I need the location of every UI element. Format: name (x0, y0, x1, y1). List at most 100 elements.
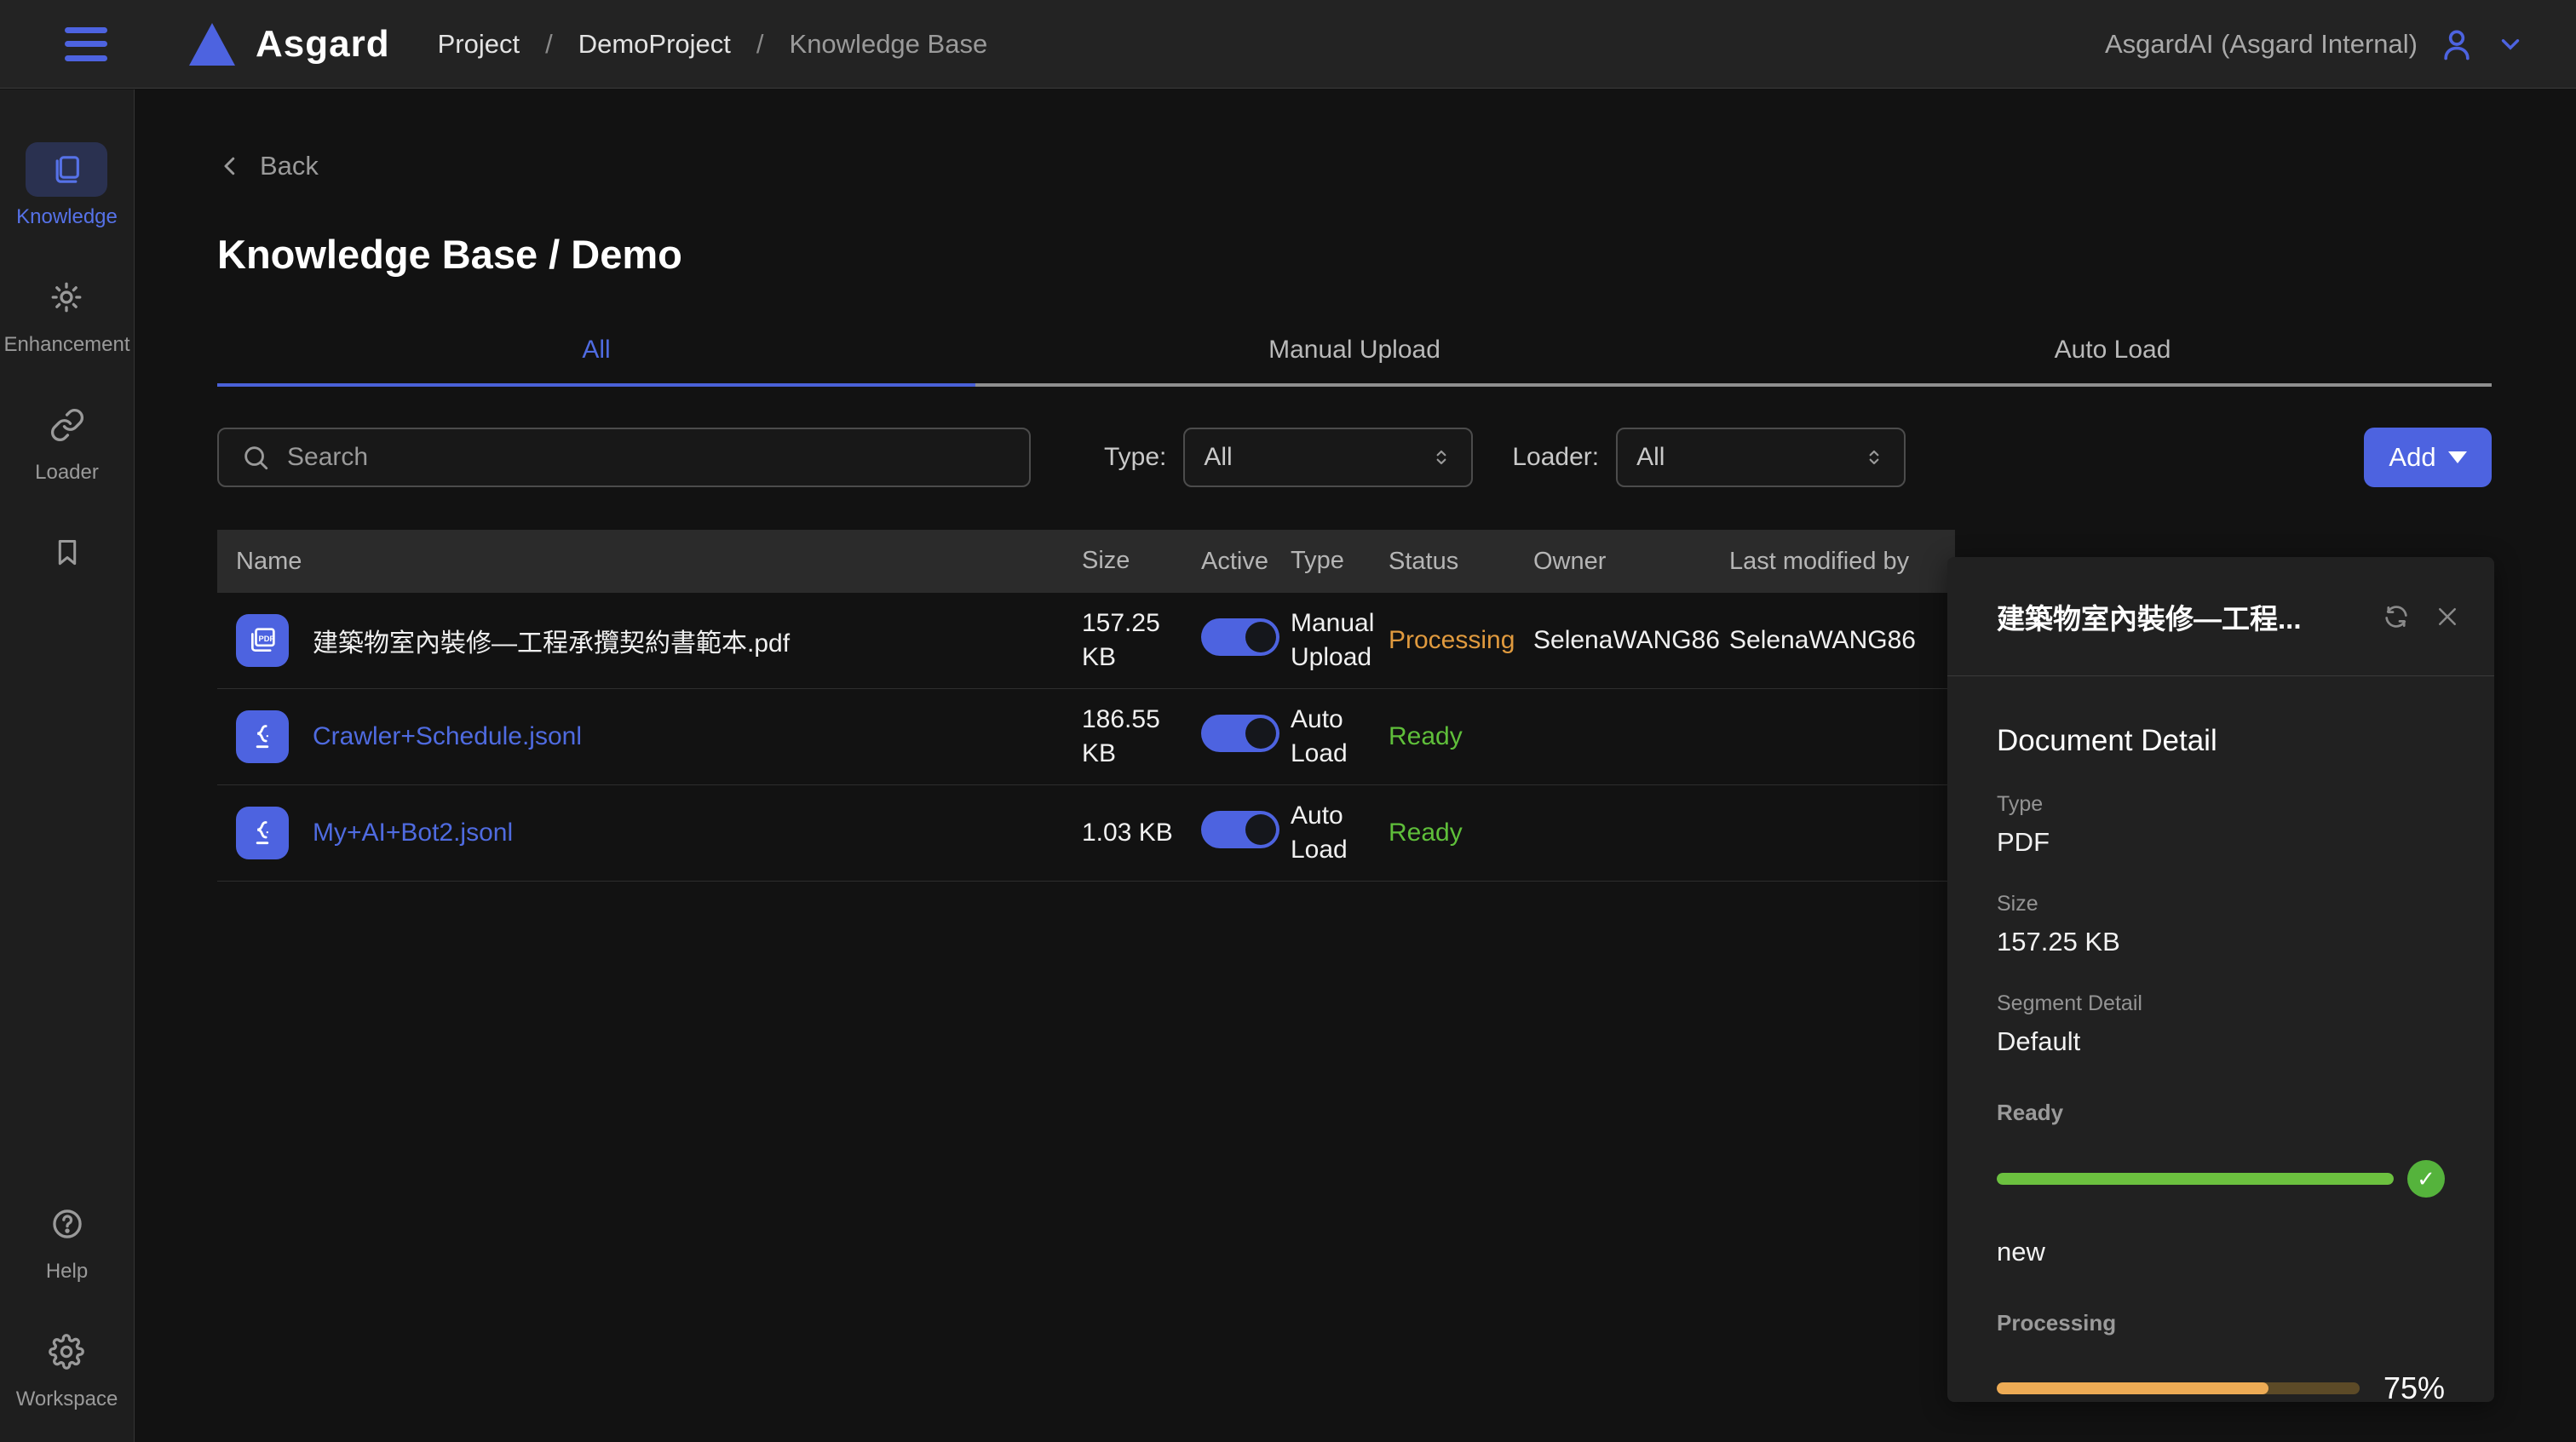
document-last-modified-by: SelenaWANG86 (1729, 626, 1955, 655)
breadcrumb-project[interactable]: Project (438, 29, 520, 60)
add-button-label: Add (2389, 442, 2435, 473)
document-size: 1.03 KB (1082, 816, 1201, 851)
table-row[interactable]: Crawler+Schedule.jsonl 186.55 KB Auto Lo… (217, 689, 1955, 785)
search-input[interactable] (287, 443, 1007, 472)
panel-title: 建築物室內裝修—工程... (1997, 596, 2372, 637)
documents-table: Name Size Active Type Status Owner Last … (217, 530, 1955, 882)
check-circle-icon: ✓ (2407, 1160, 2445, 1198)
filter-row: Type: All Loader: All Add (217, 428, 2492, 487)
field-value-type: PDF (1997, 827, 2445, 858)
field-label-segment-detail: Segment Detail (1997, 991, 2445, 1016)
status-badge: Ready (1389, 819, 1533, 847)
sidebar-item-label: Enhancement (3, 333, 129, 357)
back-chevron-icon (217, 153, 243, 179)
tab-manual-upload[interactable]: Manual Upload (975, 336, 1734, 383)
table-header: Name Size Active Type Status Owner Last … (217, 530, 1955, 593)
document-type: Auto Load (1291, 703, 1389, 772)
add-button[interactable]: Add (2364, 428, 2492, 487)
page-title: Knowledge Base / Demo (217, 231, 2492, 278)
refresh-icon[interactable] (2382, 602, 2411, 631)
sidebar: Knowledge Enhancement Loader /* placehol… (0, 89, 135, 1442)
sidebar-item-tag[interactable]: /* placeholder none */ (26, 526, 108, 589)
close-icon[interactable] (2435, 604, 2460, 629)
field-label-size: Size (1997, 892, 2445, 916)
asgard-logo-icon (189, 23, 235, 66)
column-header-status: Status (1389, 548, 1533, 576)
processing-stage-label: Processing (1997, 1310, 2445, 1336)
account-label: AsgardAI (Asgard Internal) (2105, 29, 2418, 60)
active-toggle[interactable] (1201, 618, 1279, 656)
sidebar-item-help[interactable]: Help (26, 1197, 108, 1284)
search-box (217, 428, 1031, 487)
book-icon (26, 142, 107, 197)
gear-icon (26, 1324, 107, 1379)
document-type: Manual Upload (1291, 606, 1389, 675)
breadcrumb-demoproject[interactable]: DemoProject (578, 29, 731, 60)
processing-percent: 75% (2383, 1370, 2445, 1406)
json-file-icon (236, 710, 289, 763)
ready-stage-label: Ready (1997, 1100, 2445, 1126)
table-row[interactable]: My+AI+Bot2.jsonl 1.03 KB Auto Load Ready (217, 785, 1955, 882)
sidebar-item-knowledge[interactable]: Knowledge (16, 142, 118, 229)
sidebar-item-label: Loader (35, 461, 99, 485)
tab-auto-load[interactable]: Auto Load (1734, 336, 2492, 383)
user-icon[interactable] (2438, 26, 2475, 63)
top-bar: Asgard Project / DemoProject / Knowledge… (0, 0, 2576, 89)
bookmark-icon (26, 526, 108, 580)
svg-text:PDF: PDF (259, 635, 275, 643)
sidebar-item-loader[interactable]: Loader (26, 398, 108, 485)
field-value-size: 157.25 KB (1997, 927, 2445, 957)
back-button[interactable]: Back (217, 151, 319, 181)
loader-filter-label: Loader: (1512, 443, 1599, 472)
caret-down-icon (2448, 451, 2467, 463)
document-name-link[interactable]: My+AI+Bot2.jsonl (313, 819, 513, 847)
sidebar-item-workspace[interactable]: Workspace (16, 1324, 118, 1411)
field-value-segment-detail: Default (1997, 1026, 2445, 1057)
sidebar-item-label: Help (46, 1260, 88, 1284)
select-spinner-icon (1430, 446, 1452, 468)
search-icon (241, 443, 270, 472)
processing-progress-bar (1997, 1382, 2268, 1394)
json-file-icon (236, 807, 289, 859)
help-circle-icon (26, 1197, 108, 1251)
document-name-link[interactable]: Crawler+Schedule.jsonl (313, 722, 582, 751)
status-badge: Ready (1389, 722, 1533, 751)
type-select[interactable]: All (1183, 428, 1473, 487)
document-size: 186.55 KB (1082, 703, 1201, 772)
active-toggle[interactable] (1201, 715, 1279, 752)
panel-section-title: Document Detail (1997, 724, 2445, 758)
type-select-value: All (1204, 443, 1232, 472)
field-label-type: Type (1997, 792, 2445, 817)
pdf-file-icon: PDF (236, 614, 289, 667)
column-header-size: Size (1082, 544, 1201, 577)
column-header-name: Name (217, 548, 1082, 576)
breadcrumb-separator: / (545, 29, 553, 60)
column-header-owner: Owner (1533, 548, 1729, 576)
document-type: Auto Load (1291, 799, 1389, 868)
ready-progress-row: ✓ (1997, 1160, 2445, 1198)
select-spinner-icon (1863, 446, 1885, 468)
link-icon (26, 398, 108, 452)
sidebar-item-label: Workspace (16, 1387, 118, 1411)
document-name: 建築物室內裝修—工程承攬契約書範本.pdf (313, 622, 790, 659)
chevron-down-icon[interactable] (2496, 30, 2525, 59)
table-row[interactable]: PDF 建築物室內裝修—工程承攬契約書範本.pdf 157.25 KB Manu… (217, 593, 1955, 689)
tab-bar: All Manual Upload Auto Load (217, 336, 2492, 383)
document-owner: SelenaWANG86 (1533, 626, 1729, 655)
active-toggle[interactable] (1201, 811, 1279, 848)
document-size: 157.25 KB (1082, 606, 1201, 675)
hamburger-menu-icon[interactable] (65, 27, 107, 61)
brand-name: Asgard (256, 23, 390, 66)
type-filter-label: Type: (1104, 443, 1166, 472)
tab-all[interactable]: All (217, 336, 975, 383)
sidebar-item-enhancement[interactable]: Enhancement (3, 270, 129, 357)
new-label: new (1997, 1237, 2445, 1267)
status-badge: Processing (1389, 626, 1533, 655)
breadcrumb: Project / DemoProject / Knowledge Base (438, 29, 988, 60)
loader-select-value: All (1636, 443, 1665, 472)
loader-select[interactable]: All (1616, 428, 1906, 487)
document-detail-panel: 建築物室內裝修—工程... Document Detail Type PDF S… (1947, 557, 2494, 1402)
back-label: Back (260, 151, 319, 181)
column-header-active: Active (1201, 548, 1291, 576)
column-header-type: Type (1291, 544, 1389, 577)
